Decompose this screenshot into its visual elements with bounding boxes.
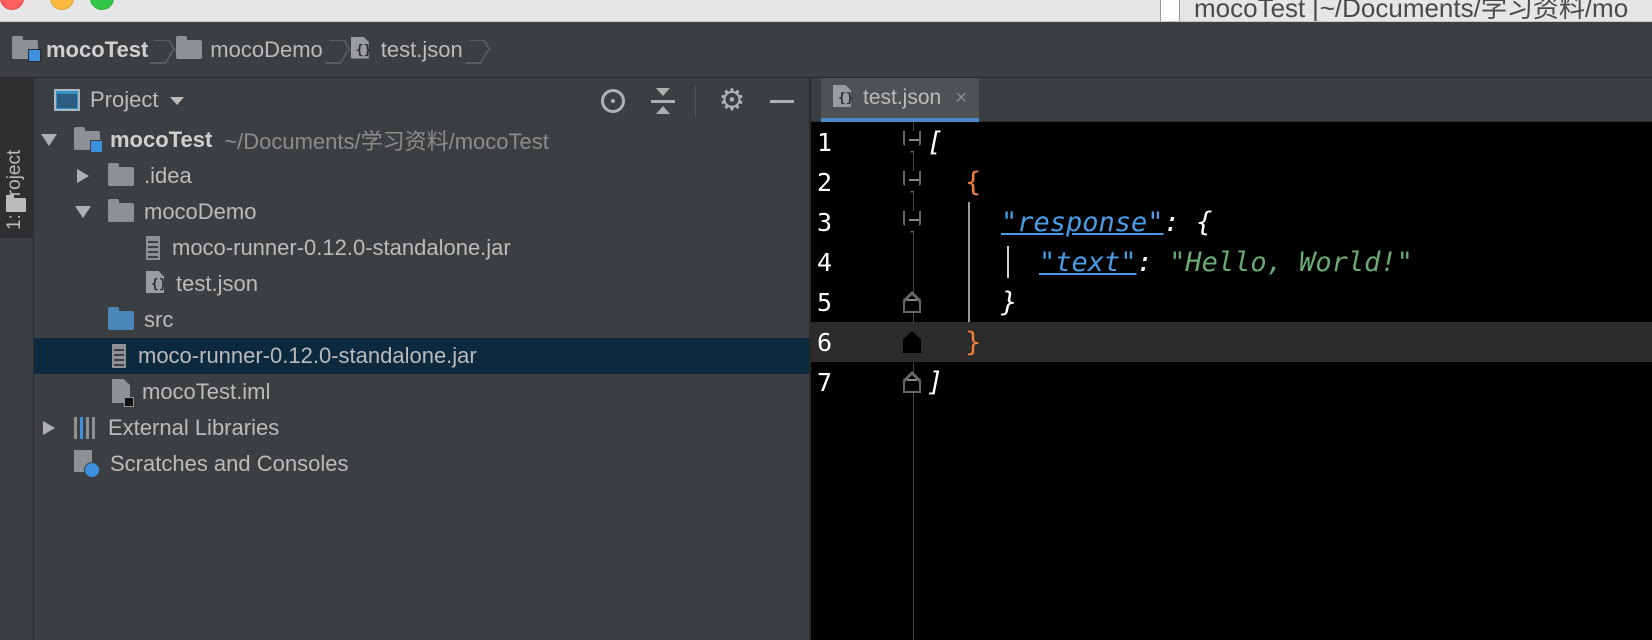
tree-item-iml[interactable]: mocoTest.iml — [34, 374, 810, 410]
code-line[interactable]: 7 ] — [811, 362, 1652, 402]
project-view-icon — [54, 89, 80, 111]
left-tool-strip: 1: Project — [0, 78, 34, 640]
fold-marker-icon[interactable] — [903, 211, 921, 233]
tree-item-external-libraries[interactable]: External Libraries — [34, 410, 810, 446]
module-folder-icon — [12, 36, 41, 62]
locate-icon — [601, 89, 625, 113]
folder-icon — [108, 198, 134, 222]
tree-item-jar-nested[interactable]: moco-runner-0.12.0-standalone.jar — [34, 230, 810, 266]
settings-button[interactable]: ⚙ — [718, 84, 746, 117]
project-panel: Project ⚙ mocoTest ~/Documents/学习资料/moco… — [34, 78, 810, 640]
project-view-selector[interactable]: Project — [90, 87, 158, 113]
window-title-bar: mocoTest [~/Documents/学习资料/mo — [0, 0, 1652, 22]
document-icon — [1160, 0, 1180, 21]
gear-icon: ⚙ — [718, 84, 746, 117]
collapse-arrow-icon — [43, 421, 55, 435]
collapse-all-button[interactable] — [649, 87, 677, 115]
line-number: 5 — [817, 287, 833, 317]
code-area[interactable]: 1 [ 2 { 3 "response": { 4 "text": "Hello… — [811, 122, 1652, 402]
line-number: 4 — [817, 247, 833, 277]
breadcrumb-item-folder[interactable]: mocoDemo — [176, 36, 323, 63]
minimize-window-button[interactable] — [50, 0, 74, 10]
json-file-icon: {} — [146, 271, 168, 297]
fold-end-marker-icon[interactable] — [903, 291, 921, 313]
code-line[interactable]: 3 "response": { — [811, 202, 1652, 242]
expand-arrow-icon — [41, 134, 57, 146]
code-line-current[interactable]: 6 } — [811, 322, 1652, 362]
folder-icon — [176, 36, 203, 59]
close-window-button[interactable] — [0, 0, 24, 10]
breadcrumb-item-project[interactable]: mocoTest — [12, 36, 148, 63]
jar-file-icon — [146, 236, 160, 260]
line-number: 7 — [817, 367, 833, 397]
tree-item-mocodemo[interactable]: mocoDemo — [34, 194, 810, 230]
tab-test-json[interactable]: {} test.json × — [821, 78, 979, 122]
zoom-window-button[interactable] — [90, 0, 114, 10]
tree-item-jar-root[interactable]: moco-runner-0.12.0-standalone.jar — [34, 338, 810, 374]
close-icon[interactable]: × — [955, 87, 967, 110]
json-file-icon: {} — [350, 36, 373, 63]
collapse-all-icon — [651, 88, 675, 114]
module-folder-icon — [74, 126, 103, 153]
jar-file-icon — [112, 344, 126, 368]
code-line[interactable]: 2 { — [811, 162, 1652, 202]
project-tree: mocoTest ~/Documents/学习资料/mocoTest .idea… — [34, 122, 810, 482]
fold-marker-icon[interactable] — [903, 171, 921, 193]
line-number: 3 — [817, 207, 833, 237]
line-number: 1 — [817, 127, 833, 157]
editor-tab-bar: {} test.json × — [811, 78, 1652, 122]
code-line[interactable]: 5 } — [811, 282, 1652, 322]
line-number: 2 — [817, 167, 833, 197]
tree-item-project-root[interactable]: mocoTest ~/Documents/学习资料/mocoTest — [34, 122, 810, 158]
project-panel-header: Project ⚙ — [34, 78, 810, 122]
expand-arrow-icon — [75, 206, 91, 218]
code-line[interactable]: 1 [ — [811, 122, 1652, 162]
chevron-right-icon — [469, 36, 483, 64]
code-editor: {} test.json × 1 [ 2 { 3 "response": { 4… — [811, 78, 1652, 640]
panel-toolbar: ⚙ — [577, 86, 796, 116]
fold-end-marker-icon[interactable] — [903, 331, 921, 353]
scratch-icon — [74, 450, 100, 478]
chevron-right-icon — [154, 36, 168, 64]
code-line[interactable]: 4 "text": "Hello, World!" — [811, 242, 1652, 282]
breadcrumb-item-file[interactable]: {} test.json — [350, 36, 463, 63]
tree-item-test-json[interactable]: {} test.json — [34, 266, 810, 302]
breadcrumb: mocoTest mocoDemo {} test.json — [0, 22, 1652, 78]
line-number: 6 — [817, 327, 833, 357]
fold-end-marker-icon[interactable] — [903, 371, 921, 393]
library-icon — [74, 417, 98, 439]
folder-icon — [6, 195, 26, 212]
project-tool-window-tab[interactable]: 1: Project — [0, 78, 34, 238]
minimize-icon — [770, 99, 794, 103]
chevron-right-icon — [329, 36, 343, 64]
json-file-icon: {} — [833, 85, 855, 111]
window-title: mocoTest [~/Documents/学习资料/mo — [1160, 0, 1628, 21]
source-folder-icon — [108, 306, 134, 330]
locate-button[interactable] — [599, 87, 627, 115]
collapse-arrow-icon — [77, 169, 89, 183]
toolbar-divider — [695, 86, 696, 116]
tree-item-idea[interactable]: .idea — [34, 158, 810, 194]
hide-panel-button[interactable] — [768, 87, 796, 115]
tree-item-src[interactable]: src — [34, 302, 810, 338]
folder-icon — [108, 162, 134, 186]
module-file-icon — [112, 379, 134, 407]
tree-item-scratches[interactable]: Scratches and Consoles — [34, 446, 810, 482]
chevron-down-icon[interactable] — [170, 97, 185, 105]
fold-marker-icon[interactable] — [903, 131, 921, 153]
